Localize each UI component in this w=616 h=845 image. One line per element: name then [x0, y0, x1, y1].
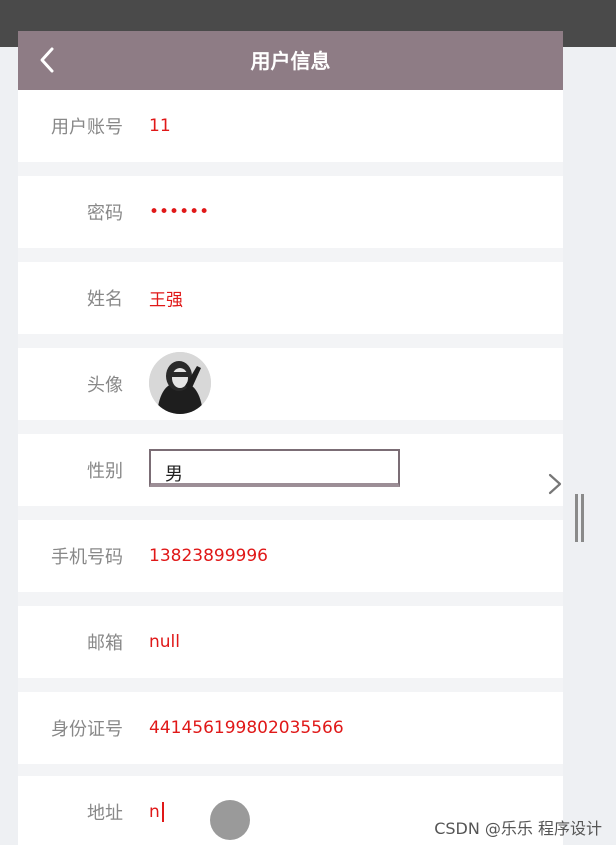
gender-value: 男	[165, 464, 183, 485]
gender-select[interactable]: 男	[149, 449, 400, 487]
name-field[interactable]: 王强	[149, 286, 183, 311]
name-label: 姓名	[87, 289, 123, 310]
gender-label: 性别	[87, 461, 123, 482]
password-label: 密码	[87, 203, 123, 224]
page-header: 用户信息	[18, 31, 563, 90]
avatar-row: 头像	[18, 348, 563, 420]
phone-field[interactable]: 13823899996	[149, 546, 268, 566]
phone-label: 手机号码	[51, 547, 123, 568]
phone-screen: 用户信息 用户账号 11 密码 •••••• 姓名 王强 头像 性别 男 手机号…	[18, 31, 563, 845]
address-field[interactable]: n	[149, 802, 164, 822]
password-row: 密码 ••••••	[18, 176, 563, 248]
password-field[interactable]: ••••••	[149, 202, 209, 222]
address-label: 地址	[87, 803, 123, 824]
email-label: 邮箱	[87, 633, 123, 654]
email-field[interactable]: null	[149, 632, 180, 652]
text-cursor	[161, 802, 164, 822]
avatar-image	[149, 352, 211, 414]
watermark: CSDN @乐乐 程序设计	[434, 819, 602, 838]
id-card-row: 身份证号 441456199802035566	[18, 692, 563, 764]
chevron-right-icon[interactable]	[545, 470, 565, 498]
avatar[interactable]	[149, 352, 211, 414]
account-label: 用户账号	[51, 117, 123, 138]
gender-row: 性别 男	[18, 434, 563, 506]
scroll-handle-icon[interactable]	[574, 494, 586, 542]
touch-indicator	[210, 800, 250, 840]
account-row: 用户账号 11	[18, 90, 563, 162]
name-row: 姓名 王强	[18, 262, 563, 334]
avatar-label: 头像	[87, 375, 123, 396]
id-card-field[interactable]: 441456199802035566	[149, 718, 344, 738]
page-title: 用户信息	[250, 49, 331, 73]
id-card-label: 身份证号	[51, 719, 123, 740]
account-value[interactable]: 11	[149, 116, 171, 136]
email-row: 邮箱 null	[18, 606, 563, 678]
address-value: n	[149, 802, 160, 822]
phone-row: 手机号码 13823899996	[18, 520, 563, 592]
